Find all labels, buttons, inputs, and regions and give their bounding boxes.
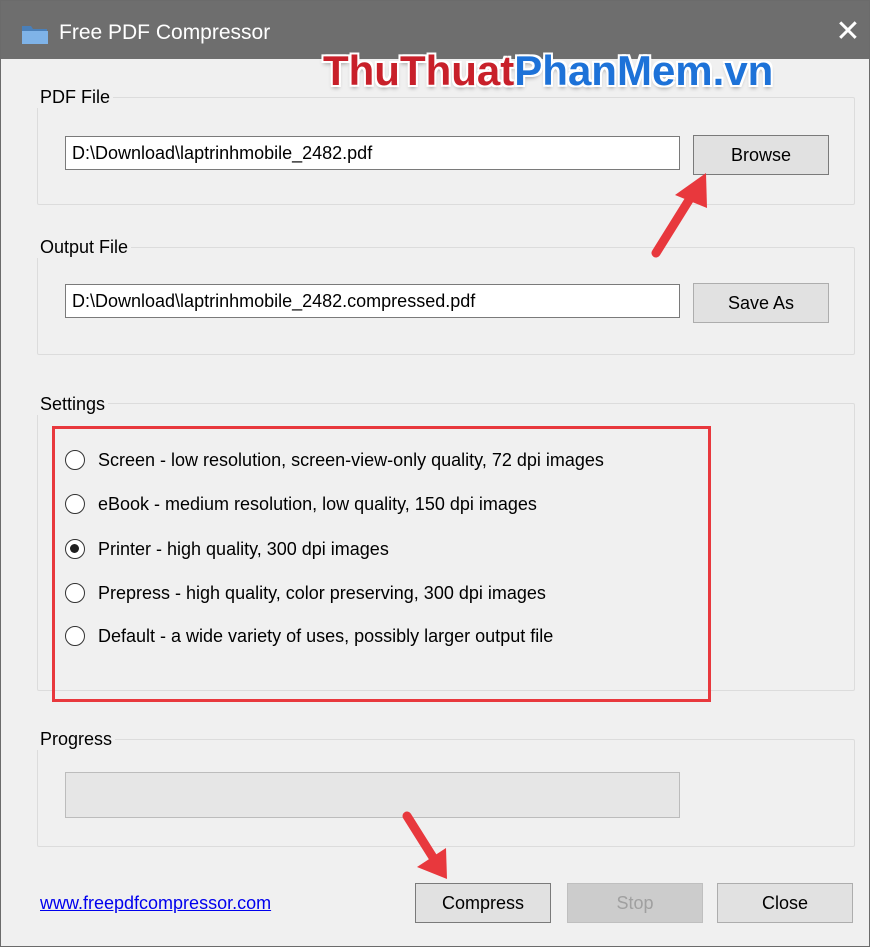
annotation-arrow-compress xyxy=(402,811,447,879)
app-window: Free PDF Compressor ✕ ThuThuatPhanMem.vn… xyxy=(0,0,870,947)
